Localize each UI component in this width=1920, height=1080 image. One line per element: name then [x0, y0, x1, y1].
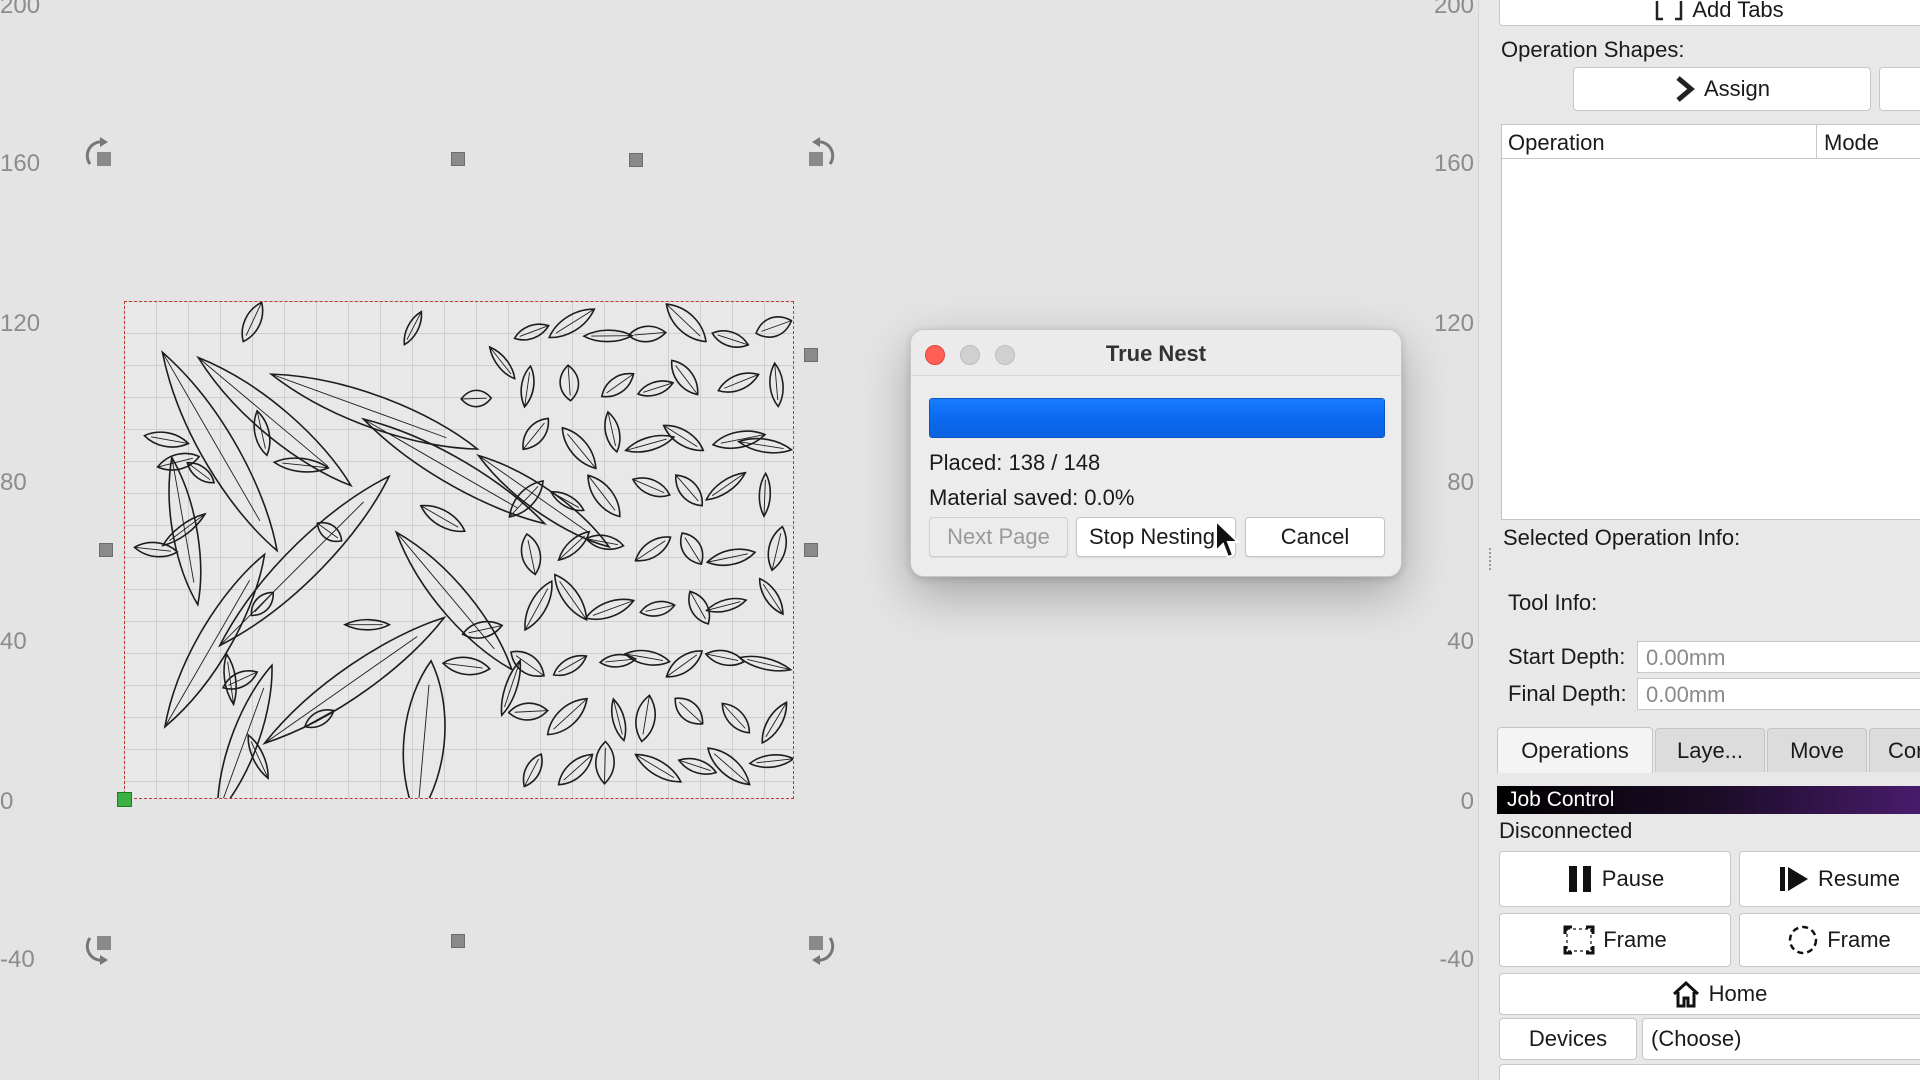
pause-icon [1568, 866, 1591, 892]
right-panel: Add Tabs Operation Shapes: Assign Operat… [1478, 0, 1920, 1080]
next-page-button[interactable]: Next Page [929, 517, 1068, 557]
nested-workpiece[interactable] [124, 301, 794, 799]
connection-status: Disconnected [1499, 818, 1633, 843]
cancel-button[interactable]: Cancel [1245, 517, 1385, 557]
rotate-handle-top-right[interactable] [800, 134, 840, 174]
resize-handle-right[interactable] [804, 543, 818, 557]
rotate-handle-bottom-left[interactable] [80, 928, 120, 968]
frame-rectangle-button[interactable]: Frame [1499, 913, 1731, 967]
tab-console[interactable]: Cor [1869, 728, 1920, 772]
placed-count: Placed: 138 / 148 [929, 450, 1101, 475]
tab-layers[interactable]: Laye... [1655, 728, 1765, 772]
frame-circle-icon [1788, 925, 1818, 955]
assign-label: Assign [1703, 76, 1771, 101]
origin-marker [117, 792, 132, 807]
job-control-header: Job Control [1497, 786, 1920, 814]
home-label: Home [1708, 981, 1768, 1006]
frame-circle-button[interactable]: Frame [1739, 913, 1920, 967]
resize-handle-bottom[interactable] [451, 934, 465, 948]
ruler-label: 200 [1433, 0, 1474, 19]
ruler-label: 40 [1447, 628, 1474, 655]
ruler-label: 120 [0, 310, 41, 337]
resume-button[interactable]: Resume [1739, 851, 1920, 907]
resize-handle-top-mid[interactable] [629, 153, 643, 167]
rotate-handle-bottom-right[interactable] [800, 928, 840, 968]
mouse-pointer-icon [1215, 519, 1241, 559]
add-tabs-button[interactable]: Add Tabs [1499, 0, 1920, 26]
home-icon [1672, 980, 1699, 1008]
home-button[interactable]: Home [1499, 973, 1920, 1015]
play-icon [1780, 867, 1809, 891]
operation-shapes-label: Operation Shapes: [1501, 37, 1685, 62]
device-select[interactable]: (Choose) [1642, 1018, 1920, 1060]
stop-nesting-button[interactable]: Stop Nesting [1076, 517, 1236, 557]
progress-fill [930, 399, 1384, 437]
ruler-label: 40 [0, 628, 27, 655]
tab-operations[interactable]: Operations [1497, 727, 1653, 773]
start-depth-field[interactable]: 0.00mm [1637, 641, 1920, 673]
splitter-handle[interactable] [1489, 548, 1491, 570]
assign-button[interactable]: Assign [1573, 67, 1871, 111]
final-depth-label: Final Depth: [1508, 681, 1627, 706]
resume-label: Resume [1818, 866, 1900, 891]
devices-button[interactable]: Devices [1499, 1018, 1637, 1060]
tool-info-label: Tool Info: [1508, 590, 1598, 615]
ruler-label: 80 [1447, 469, 1474, 496]
material-saved: Material saved: 0.0% [929, 485, 1135, 510]
resize-handle-left[interactable] [99, 543, 113, 557]
leaf-shapes [133, 302, 793, 798]
ruler-label: 120 [1433, 310, 1474, 337]
column-mode[interactable]: Mode [1824, 130, 1879, 156]
add-tabs-label: Add Tabs [1692, 0, 1784, 22]
ruler-label: 0 [0, 788, 14, 815]
rotate-handle-top-left[interactable] [80, 134, 120, 174]
frame-rectangle-icon [1563, 925, 1595, 955]
resize-handle-right-upper[interactable] [804, 348, 818, 362]
dialog-titlebar[interactable]: True Nest [911, 330, 1401, 376]
true-nest-dialog: True Nest Placed: 138 / 148 Material sav… [910, 329, 1402, 577]
chevron-right-icon [1676, 76, 1695, 102]
nesting-progress-bar [929, 398, 1385, 438]
pause-button[interactable]: Pause [1499, 851, 1731, 907]
final-depth-field[interactable]: 0.00mm [1637, 678, 1920, 710]
ruler-label: 160 [1433, 150, 1474, 177]
column-operation[interactable]: Operation [1508, 130, 1605, 156]
ruler-label: 0 [1460, 788, 1474, 815]
ruler-label: 160 [0, 150, 41, 177]
dialog-title: True Nest [1105, 341, 1207, 366]
operations-table[interactable]: Operation Mode [1501, 124, 1920, 520]
ruler-label: 200 [0, 0, 41, 19]
start-depth-label: Start Depth: [1508, 644, 1626, 669]
pause-label: Pause [1601, 866, 1665, 891]
remove-button[interactable] [1879, 67, 1920, 111]
frame-circle-label: Frame [1827, 927, 1891, 952]
ruler-label: -40 [0, 946, 35, 973]
frame-rectangle-label: Frame [1603, 927, 1667, 952]
selected-operation-info-label: Selected Operation Info: [1503, 525, 1741, 550]
resize-handle-top[interactable] [451, 152, 465, 166]
tab-move[interactable]: Move [1767, 728, 1867, 772]
ruler-label: 80 [0, 469, 27, 496]
tabs-bracket-icon [1656, 1, 1683, 21]
table-header: Operation Mode [1502, 125, 1920, 159]
ruler-label: -40 [1439, 946, 1474, 973]
console-input[interactable] [1499, 1064, 1920, 1080]
